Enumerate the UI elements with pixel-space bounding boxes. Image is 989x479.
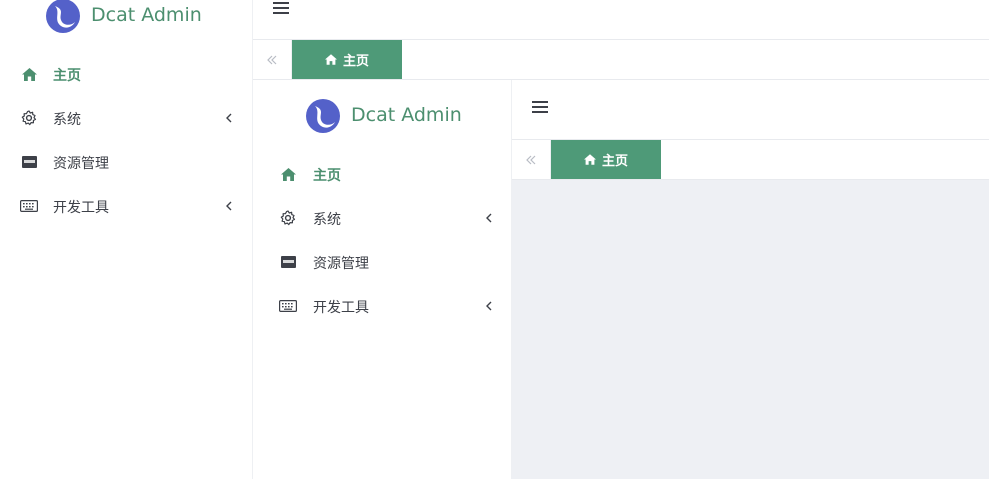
sidebar-item-dev-tools[interactable]: 开发工具 (253, 284, 512, 328)
home-icon (279, 165, 297, 183)
sidebar: Dcat Admin 主页 系统 资源管理 开发工具 (0, 0, 253, 479)
double-chevron-left-icon (526, 155, 536, 164)
sidebar-item-label: 主页 (313, 168, 341, 184)
top-navbar (253, 0, 989, 40)
sidebar-item-home[interactable]: 主页 (0, 52, 253, 96)
tab-home-label: 主页 (601, 154, 628, 169)
keyboard-icon (279, 297, 297, 315)
brand[interactable]: Dcat Admin (253, 98, 512, 134)
sidebar-item-home[interactable]: 主页 (253, 152, 512, 196)
tab-bar: 主页 (253, 40, 989, 80)
home-icon (20, 65, 38, 83)
logo-icon (46, 0, 80, 33)
home-icon (583, 154, 596, 165)
brand[interactable]: Dcat Admin (0, 0, 253, 34)
chevron-left-icon (226, 201, 232, 211)
gear-icon (279, 209, 297, 227)
media-icon (279, 253, 297, 271)
top-navbar (512, 80, 989, 140)
sidebar-item-label: 系统 (313, 212, 341, 228)
sidebar-item-label: 资源管理 (313, 256, 369, 272)
chevron-left-icon (486, 213, 492, 223)
tab-collapse-button[interactable] (253, 40, 292, 79)
brand-title: Dcat Admin (91, 4, 202, 26)
hamburger-icon[interactable] (273, 1, 289, 15)
sidebar-item-system[interactable]: 系统 (253, 196, 512, 240)
sidebar-item-label: 开发工具 (53, 200, 109, 216)
home-icon (324, 54, 337, 65)
brand-title: Dcat Admin (351, 104, 462, 126)
sidebar-menu: 主页 系统 资源管理 开发工具 (0, 52, 253, 228)
sidebar-menu: 主页 系统 资源管理 开发工具 (253, 152, 512, 328)
sidebar-item-system[interactable]: 系统 (0, 96, 253, 140)
admin-app-inner: Dcat Admin 主页 系统 资源管理 开发工具 主页 (253, 80, 989, 479)
sidebar-item-dev-tools[interactable]: 开发工具 (0, 184, 253, 228)
media-icon (20, 153, 38, 171)
gear-icon (20, 109, 38, 127)
sidebar-item-media[interactable]: 资源管理 (0, 140, 253, 184)
sidebar-item-label: 主页 (53, 68, 81, 84)
hamburger-icon[interactable] (532, 100, 548, 114)
content-area (512, 180, 989, 479)
sidebar-item-label: 资源管理 (53, 156, 109, 172)
tab-home[interactable]: 主页 (292, 40, 402, 79)
sidebar-item-label: 开发工具 (313, 300, 369, 316)
double-chevron-left-icon (267, 55, 277, 64)
tab-home[interactable]: 主页 (551, 140, 661, 179)
keyboard-icon (20, 197, 38, 215)
logo-icon (306, 99, 340, 133)
chevron-left-icon (226, 113, 232, 123)
sidebar-item-label: 系统 (53, 112, 81, 128)
chevron-left-icon (486, 301, 492, 311)
sidebar: Dcat Admin 主页 系统 资源管理 开发工具 (253, 80, 512, 479)
tab-collapse-button[interactable] (512, 140, 551, 179)
tab-bar: 主页 (512, 140, 989, 180)
tab-home-label: 主页 (342, 54, 369, 69)
sidebar-item-media[interactable]: 资源管理 (253, 240, 512, 284)
